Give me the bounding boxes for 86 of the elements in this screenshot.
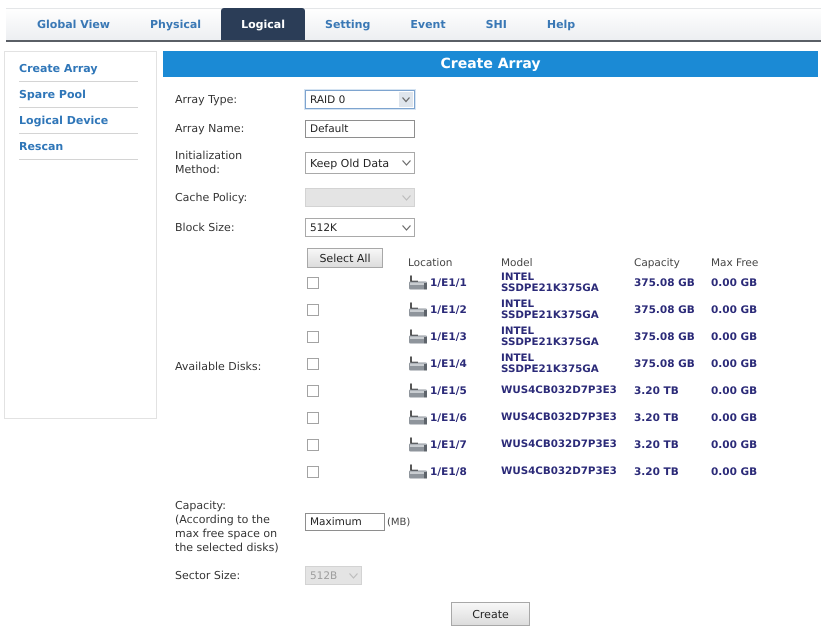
text-field[interactable]: Default: [305, 120, 415, 138]
column-header: Location: [408, 257, 454, 269]
disk-max-free: 0.00 GB: [711, 304, 758, 316]
tab[interactable]: Help: [526, 8, 596, 40]
chevron-down-icon: [402, 160, 411, 166]
checkbox[interactable]: [307, 358, 319, 370]
disk-capacity: 3.20 TB: [634, 438, 680, 450]
disk-model: WUS4CB032D7P3E3: [501, 466, 618, 477]
tab[interactable]: Event: [390, 8, 466, 40]
field-label: Array Name:: [175, 122, 246, 136]
disk-location: 1/E1/3: [430, 330, 467, 342]
disk-max-free: 0.00 GB: [711, 358, 758, 370]
disk-location: 1/E1/6: [430, 412, 467, 424]
drive-icon: [408, 437, 428, 452]
unit-label: (MB): [387, 516, 410, 528]
disk-capacity: 3.20 TB: [634, 466, 680, 478]
chevron-down-icon: [402, 224, 411, 230]
disk-capacity: 3.20 TB: [634, 384, 680, 396]
disk-capacity: 375.08 GB: [634, 330, 696, 342]
column-header: Capacity: [634, 257, 681, 269]
disk-location: 1/E1/2: [430, 304, 467, 316]
disk-capacity: 375.08 GB: [634, 304, 696, 316]
drive-icon: [408, 275, 428, 290]
disk-model: INTEL SSDPE21K375GA: [501, 352, 600, 374]
drive-icon: [408, 464, 428, 479]
disk-capacity: 3.20 TB: [634, 412, 680, 424]
disk-max-free: 0.00 GB: [711, 412, 758, 424]
checkbox[interactable]: [307, 276, 319, 288]
column-header: Model: [501, 257, 534, 269]
checkbox[interactable]: [307, 412, 319, 424]
tab[interactable]: Global View: [17, 8, 130, 40]
disk-model: INTEL SSDPE21K375GA: [501, 326, 600, 348]
field-label: Cache Policy:: [175, 190, 248, 204]
field-label: Capacity:: [175, 499, 227, 513]
tab[interactable]: Setting: [305, 8, 390, 40]
dropdown[interactable]: 512K: [305, 218, 415, 237]
disk-model: WUS4CB032D7P3E3: [501, 385, 618, 396]
disk-max-free: 0.00 GB: [711, 330, 758, 342]
disk-max-free: 0.00 GB: [711, 384, 758, 396]
column-header: Max Free: [711, 257, 760, 269]
checkbox[interactable]: [307, 438, 319, 450]
field-label: Array Type:: [175, 92, 238, 106]
disk-model: INTEL SSDPE21K375GA: [501, 298, 600, 320]
field-label: Available Disks:: [175, 360, 262, 374]
disk-capacity: 375.08 GB: [634, 358, 696, 370]
disk-location: 1/E1/5: [430, 384, 467, 396]
checkbox[interactable]: [307, 330, 319, 342]
disk-model: WUS4CB032D7P3E3: [501, 439, 618, 450]
drive-icon: [408, 383, 428, 398]
field-label: Block Size:: [175, 220, 236, 234]
disk-model: WUS4CB032D7P3E3: [501, 412, 618, 423]
tab[interactable]: SHI: [466, 8, 527, 40]
field-label: Initialization Method:: [175, 149, 244, 177]
sidebar-item[interactable]: Logical Device: [19, 108, 138, 134]
chevron-down-icon: [349, 572, 358, 578]
field-label: Sector Size:: [175, 568, 242, 582]
sidebar-item[interactable]: Create Array: [19, 56, 138, 82]
text-field[interactable]: Maximum: [305, 513, 385, 531]
drive-icon: [408, 302, 428, 317]
disk-location: 1/E1/7: [430, 438, 467, 450]
sidebar-item[interactable]: Spare Pool: [19, 82, 138, 108]
disk-location: 1/E1/8: [430, 466, 467, 478]
panel-header: Create Array: [163, 51, 818, 77]
dropdown[interactable]: RAID 0: [305, 90, 415, 109]
chevron-down-icon: [399, 92, 413, 107]
disk-capacity: 375.08 GB: [634, 276, 696, 288]
drive-icon: [408, 410, 428, 425]
checkbox[interactable]: [307, 466, 319, 478]
disk-max-free: 0.00 GB: [711, 438, 758, 450]
disk-max-free: 0.00 GB: [711, 466, 758, 478]
field-note: (According to the max free space on the selected disks): [175, 513, 280, 555]
checkbox[interactable]: [307, 304, 319, 316]
tab[interactable]: Logical: [221, 8, 306, 40]
drive-icon: [408, 329, 428, 344]
checkbox[interactable]: [307, 384, 319, 396]
disk-location: 1/E1/1: [430, 276, 467, 288]
disk-location: 1/E1/4: [430, 358, 467, 370]
select-all-button[interactable]: Select All: [307, 248, 383, 268]
create-button[interactable]: Create: [451, 602, 530, 626]
tab[interactable]: Physical: [130, 8, 222, 40]
disk-model: INTEL SSDPE21K375GA: [501, 272, 600, 294]
sidebar-item[interactable]: Rescan: [19, 134, 138, 160]
dropdown[interactable]: Keep Old Data: [305, 152, 415, 174]
chevron-down-icon: [402, 194, 411, 200]
disk-max-free: 0.00 GB: [711, 276, 758, 288]
drive-icon: [408, 356, 428, 371]
